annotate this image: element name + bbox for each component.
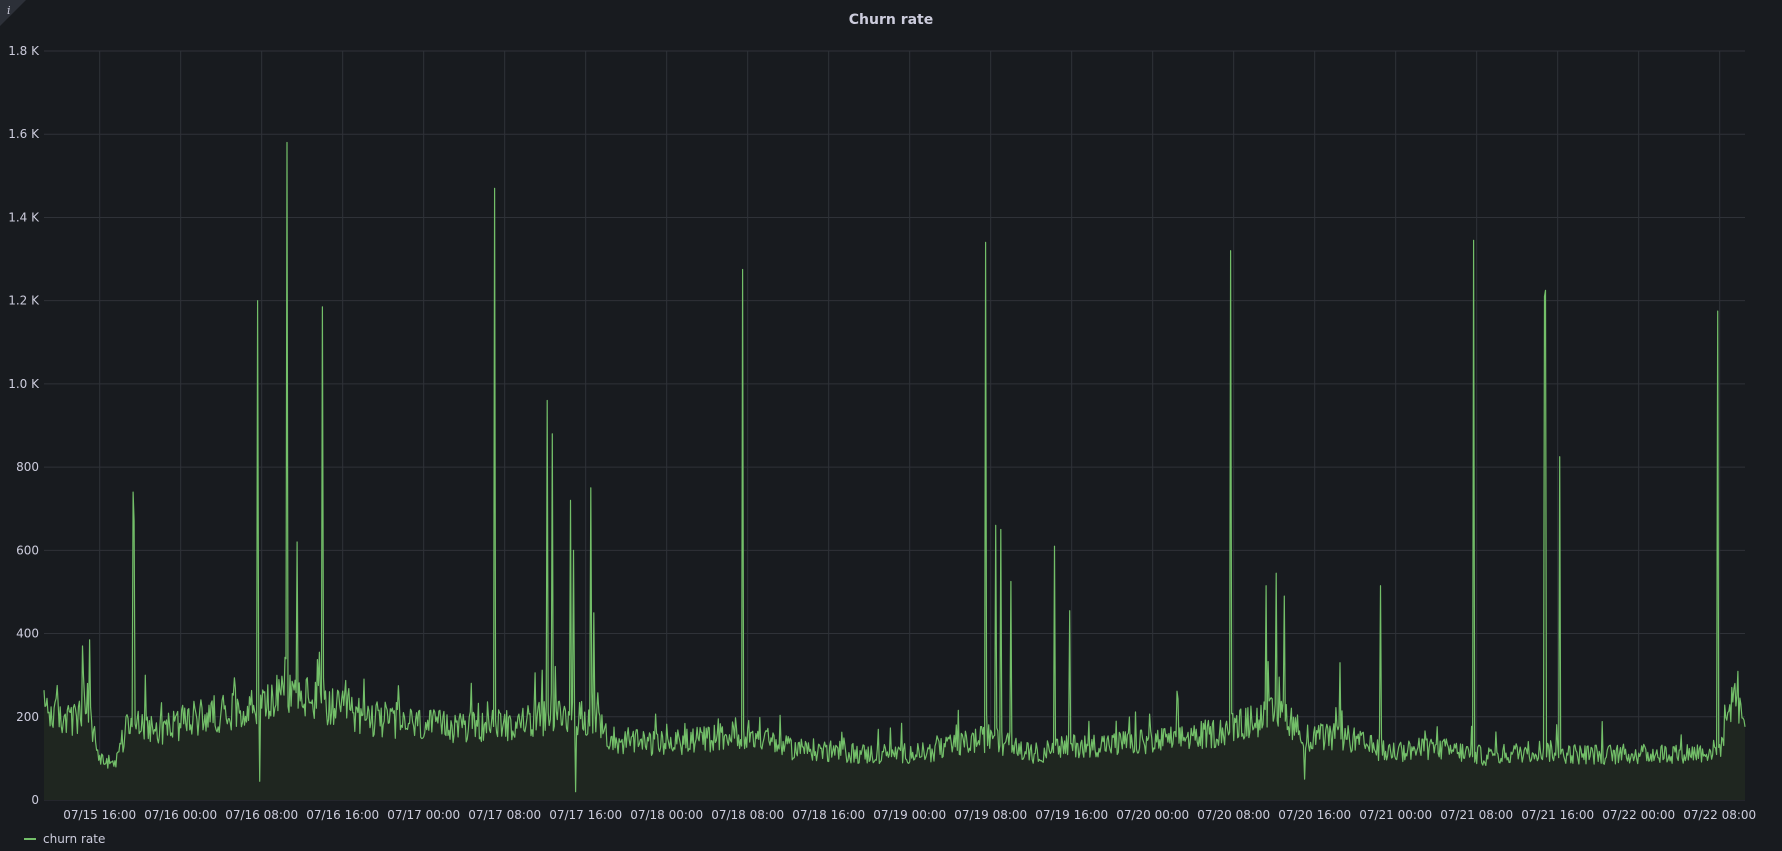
x-tick-label: 07/22 08:00 [1683,808,1756,822]
x-tick-label: 07/19 00:00 [873,808,946,822]
x-tick-label: 07/20 00:00 [1116,808,1189,822]
x-tick-label: 07/19 08:00 [954,808,1027,822]
x-tick-label: 07/17 08:00 [468,808,541,822]
x-tick-label: 07/17 00:00 [387,808,460,822]
x-tick-label: 07/22 00:00 [1602,808,1675,822]
x-tick-label: 07/20 08:00 [1197,808,1270,822]
legend-swatch [24,838,36,840]
y-axis: 0 200 400 600 800 1.0 K 1.2 K 1.4 K 1.6 K 1.8 K [8,44,40,807]
x-tick-label: 07/16 00:00 [144,808,217,822]
y-tick-label: 600 [16,543,39,557]
y-tick-label: 1.8 K [8,44,40,58]
y-tick-label: 1.6 K [8,127,40,141]
series-layer [43,141,1746,800]
x-tick-label: 07/16 16:00 [306,808,379,822]
legend-item-churn-rate[interactable]: churn rate [24,832,105,846]
y-tick-label: 1.4 K [8,210,40,224]
x-tick-label: 07/16 08:00 [225,808,298,822]
y-tick-label: 1.2 K [8,294,40,308]
series-area-churn-rate [44,142,1745,800]
y-tick-label: 200 [16,710,39,724]
x-tick-label: 07/18 16:00 [792,808,865,822]
x-tick-label: 07/21 00:00 [1359,808,1432,822]
x-tick-label: 07/21 08:00 [1440,808,1513,822]
panel: i Churn rate 0 200 400 600 800 1.0 K 1.2 K 1.4 … [0,0,1782,851]
x-tick-label: 07/20 16:00 [1278,808,1351,822]
x-tick-label: 07/18 08:00 [711,808,784,822]
x-tick-label: 07/18 00:00 [630,808,703,822]
grid-vertical [99,51,1721,800]
x-tick-label: 07/17 16:00 [549,808,622,822]
x-tick-label: 07/21 16:00 [1521,808,1594,822]
chart[interactable]: 0 200 400 600 800 1.0 K 1.2 K 1.4 K 1.6 K 1.8 K 0… [0,0,1782,851]
legend-label: churn rate [43,832,106,846]
y-tick-label: 800 [16,460,39,474]
x-tick-label: 07/19 16:00 [1035,808,1108,822]
y-tick-label: 1.0 K [8,377,40,391]
x-axis: 07/15 16:00 07/16 00:00 07/16 08:00 07/16 1… [63,808,1756,822]
y-tick-label: 400 [16,627,39,641]
y-tick-label: 0 [31,793,39,807]
x-tick-label: 07/15 16:00 [63,808,136,822]
